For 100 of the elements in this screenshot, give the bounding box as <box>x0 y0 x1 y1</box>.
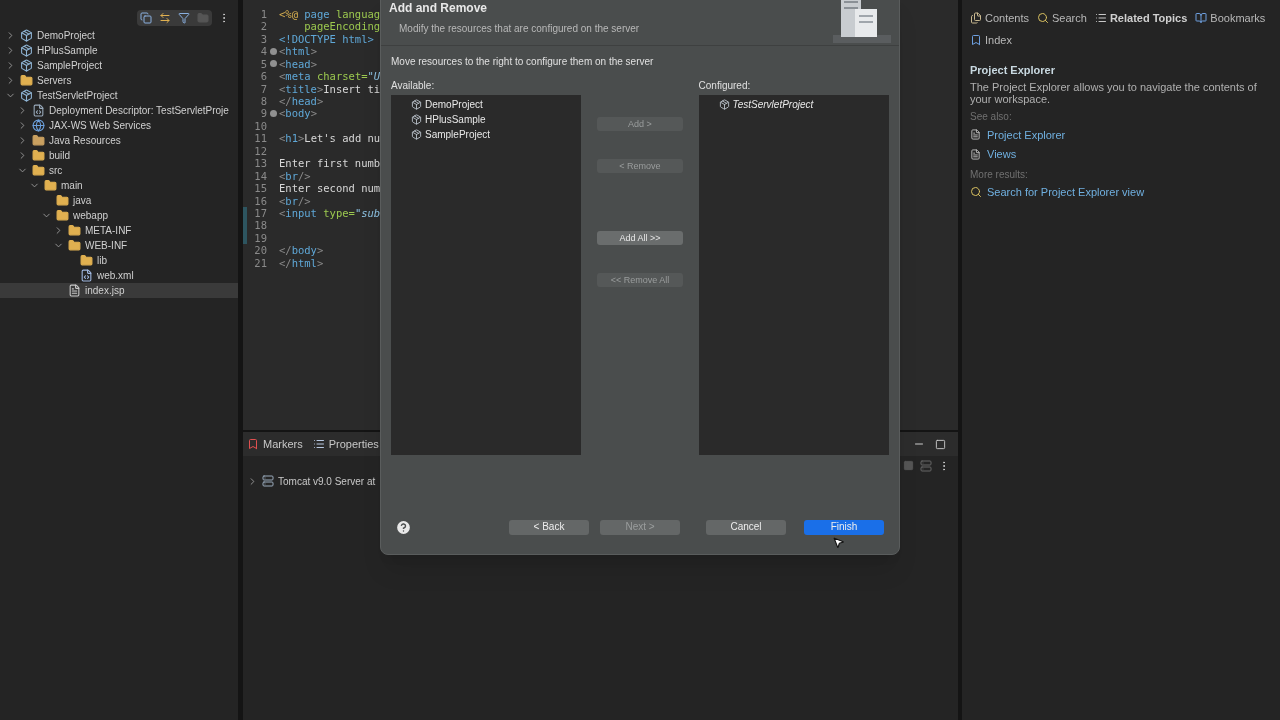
line-number: 20 <box>253 245 267 256</box>
folder-icon <box>44 179 57 192</box>
code-line: </body> <box>279 245 324 256</box>
move-button[interactable]: Add All >> <box>597 231 683 245</box>
marker-icon <box>247 438 259 450</box>
tree-item[interactable]: web.xml <box>97 268 134 283</box>
help-link[interactable]: Views <box>987 146 1017 163</box>
list-item[interactable]: DemoProject <box>425 97 483 112</box>
project-icon <box>20 44 33 57</box>
code-line: Enter first numb <box>279 158 381 169</box>
folder-icon <box>32 149 45 162</box>
globe-icon <box>32 119 45 132</box>
tree-item[interactable]: build <box>49 148 71 163</box>
tree-item[interactable]: HPlusSample <box>37 43 98 58</box>
tree-item[interactable]: webapp <box>73 208 109 223</box>
code-line: <br/> <box>279 195 311 207</box>
code-line: <!DOCTYPE html> <box>279 33 374 45</box>
tree-item[interactable]: SampleProject <box>37 58 103 73</box>
fold-icon[interactable] <box>269 110 277 118</box>
code-line: </html> <box>279 257 324 269</box>
help-tab[interactable]: Index <box>970 31 1012 48</box>
line-number: 12 <box>253 145 267 157</box>
tree-item[interactable]: index.jsp <box>85 283 125 298</box>
project-icon <box>411 99 422 110</box>
pages-icon <box>970 12 982 25</box>
code-line: <h1>Let's add nu <box>279 133 381 144</box>
folder-icon[interactable] <box>197 12 209 24</box>
line-number: 13 <box>253 158 267 169</box>
filter-icon[interactable] <box>178 12 190 24</box>
list-item[interactable]: TestServletProject <box>732 97 814 112</box>
line-number: 16 <box>253 195 267 207</box>
more-results-label: More results: <box>970 167 1029 182</box>
help-description: The Project Explorer allows you to navigate the contents of your workspace. <box>970 80 1258 105</box>
tree-item[interactable]: TestServletProject <box>37 88 118 103</box>
project-icon <box>20 89 33 102</box>
dialog-subtitle: Modify the resources that are configured on the server <box>399 22 640 36</box>
panel-tab[interactable]: Properties <box>312 435 379 453</box>
server-icon[interactable] <box>920 460 932 472</box>
tree-item[interactable]: Deployment Descriptor: TestServletProje <box>49 103 229 118</box>
help-tab[interactable]: Search <box>1037 10 1087 27</box>
tree-item[interactable]: java <box>73 193 92 208</box>
code-line: <title>Insert ti <box>279 83 381 95</box>
tree-item[interactable]: WEB-INF <box>85 238 128 253</box>
instruction-text: Move resources to the right to configure them on the server <box>391 55 655 69</box>
stop-icon[interactable] <box>903 460 914 471</box>
tree-item[interactable]: lib <box>97 253 107 268</box>
link-icon[interactable] <box>159 12 171 24</box>
page-icon <box>970 129 981 141</box>
server-item[interactable]: Tomcat v9.0 Server at <box>278 473 376 489</box>
line-number: 10 <box>253 120 267 132</box>
line-number: 3 <box>259 33 267 45</box>
tree-item[interactable]: Servers <box>37 73 72 88</box>
list-item[interactable]: HPlusSample <box>425 112 486 127</box>
line-number: 19 <box>253 232 267 244</box>
book-icon <box>1195 12 1208 25</box>
tree-item[interactable]: DemoProject <box>37 28 95 43</box>
folder-icon <box>68 239 81 252</box>
tree-item[interactable]: Java Resources <box>49 133 121 148</box>
code-line: <meta charset="U <box>279 71 381 82</box>
tree-item[interactable]: main <box>61 178 83 193</box>
list-item[interactable]: SampleProject <box>425 127 491 142</box>
dialog-button[interactable]: Cancel <box>706 519 786 535</box>
dialog-button[interactable]: Finish <box>804 519 884 535</box>
file-icon <box>68 284 81 297</box>
dialog-button[interactable]: < Back <box>509 519 589 535</box>
help-link[interactable]: Search for Project Explorer view <box>987 183 1145 200</box>
project-icon <box>411 114 422 125</box>
code-line: <head> <box>279 58 317 70</box>
code-line: <%@ page languag <box>279 8 381 20</box>
help-icon[interactable] <box>395 518 412 536</box>
folder-icon <box>80 254 93 267</box>
line-number: 9 <box>259 108 267 119</box>
line-number: 4 <box>259 46 267 57</box>
see-also-label: See also: <box>970 109 1013 124</box>
help-tab[interactable]: Contents <box>970 10 1030 27</box>
tree-item[interactable]: META-INF <box>85 223 132 238</box>
index-icon <box>970 33 982 46</box>
code-line: </head> <box>279 96 324 107</box>
line-number: 15 <box>253 183 267 194</box>
folder-icon <box>56 194 69 207</box>
maximize-icon[interactable] <box>935 438 946 450</box>
search-icon <box>1037 12 1050 25</box>
help-tab[interactable]: Related Topics <box>1094 10 1188 27</box>
folder-icon <box>56 209 69 222</box>
tree-item[interactable]: JAX-WS Web Services <box>49 118 152 133</box>
available-label: Available: <box>391 79 436 91</box>
descriptor-icon <box>32 104 45 117</box>
cursor-icon <box>832 536 845 549</box>
help-link[interactable]: Project Explorer <box>987 126 1066 143</box>
panel-tab[interactable]: Markers <box>247 435 303 453</box>
project-icon <box>20 29 33 42</box>
code-line: <input type="sub <box>279 207 381 219</box>
collapse-icon[interactable] <box>140 12 152 24</box>
list-icon <box>1094 12 1107 25</box>
help-heading: Project Explorer <box>970 63 1056 78</box>
project-icon <box>411 129 422 140</box>
line-number: 6 <box>259 71 267 82</box>
tree-item[interactable]: src <box>49 163 63 178</box>
folder-icon <box>68 224 81 237</box>
help-tab[interactable]: Bookmarks <box>1195 10 1266 27</box>
